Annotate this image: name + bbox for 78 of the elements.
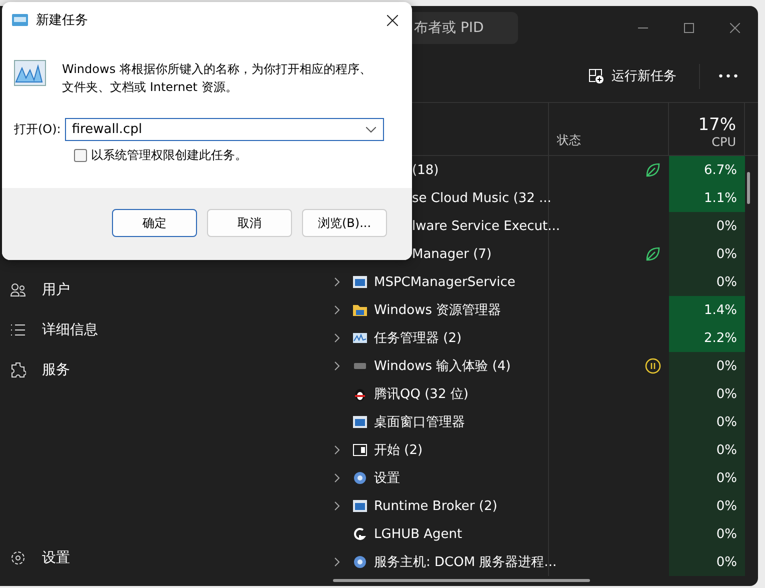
cpu-cell: 0% [669,520,745,548]
scrollbar-thumb[interactable] [333,579,590,582]
process-name: Manager (7) [412,246,492,262]
dialog-button[interactable]: 取消 [207,209,292,237]
open-field[interactable]: firewall.cpl [64,118,384,141]
folder-icon [352,302,368,318]
checkbox[interactable] [74,149,87,162]
cpu-cell: 0% [669,352,745,380]
nav-item[interactable]: 详细信息 [0,310,316,350]
maximize-icon[interactable] [684,23,694,33]
cpu-cell: 0% [669,436,745,464]
cpu-cell: 0% [669,240,745,268]
process-name: 设置 [374,470,400,487]
chevron-icon[interactable] [333,277,342,287]
cpu-cell: 0% [669,380,745,408]
cpu-cell: 0% [669,408,745,436]
cpu-total: 17% [698,115,736,135]
settings-nav-item[interactable]: 设置 [0,538,316,578]
app-icon [352,414,368,430]
dialog-button[interactable]: 浏览(B)... [302,209,387,237]
app-icon [352,498,368,514]
dialog-title: 新建任务 [36,12,88,29]
close-icon[interactable] [386,14,398,26]
process-name: 腾讯QQ (32 位) [374,386,468,403]
column-header[interactable]: 状态 [557,132,581,149]
chevron-icon[interactable] [333,557,342,567]
process-name: (18) [412,162,439,178]
cpu-cell: 1.1% [669,184,745,212]
chevron-icon[interactable] [333,445,342,455]
process-name: Windows 输入体验 (4) [374,358,511,375]
dialog-message: Windows 将根据你所键入的名称，为你打开相应的程序、文件夹、文档或 Internet 资源。 [62,61,372,96]
run-task-button[interactable]: 运行新任务 [578,61,687,91]
cpu-cell: 0% [669,268,745,296]
chevron-icon[interactable] [333,333,342,343]
users-icon [10,282,26,298]
app-icon [352,274,368,290]
process-name: Runtime Broker (2) [374,498,498,514]
process-name: MSPCManagerService [374,274,516,290]
settings-icon [10,550,26,566]
gear-icon [352,554,368,570]
chevron-icon[interactable] [333,361,342,371]
process-name: 任务管理器 (2) [374,330,462,347]
cpu-cell: 6.7% [669,156,745,184]
column-header[interactable]: CPU [712,135,736,149]
more-button[interactable]: ••• [698,64,758,88]
scrollbar-thumb[interactable] [747,172,750,204]
process-name: LGHUB Agent [374,526,462,542]
checkbox-label: 以系统管理权限创建此任务。 [91,147,247,164]
penguin-icon [352,386,368,402]
dialog-button[interactable]: 确定 [112,209,197,237]
list-icon [10,322,26,338]
process-name: Windows 资源管理器 [374,302,502,319]
puzzle-icon [10,362,26,378]
chart-icon [14,60,46,86]
nav-item[interactable]: 服务 [0,350,316,390]
dropdown-icon[interactable] [366,127,376,133]
nav-item[interactable]: 用户 [0,270,316,310]
cpu-cell: 2.2% [669,324,745,352]
cpu-cell: 0% [669,548,745,576]
logo-icon [352,526,368,542]
process-name: se Cloud Music (32 ... [412,190,552,206]
chart-icon [352,330,368,346]
add-window-icon [588,68,604,84]
gear-icon [352,470,368,486]
open-label: 打开(O): [14,121,61,138]
chevron-icon[interactable] [333,473,342,483]
chevron-icon[interactable] [333,305,342,315]
window-icon [12,14,28,26]
process-name: 服务主机: DCOM 服务器进程... [374,554,557,571]
process-name: 开始 (2) [374,442,423,459]
cpu-cell: 0% [669,492,745,520]
chevron-icon[interactable] [333,501,342,511]
window-icon [352,442,368,458]
cpu-cell: 1.4% [669,296,745,324]
process-name: lware Service Execut... [412,218,560,234]
cpu-cell: 0% [669,464,745,492]
process-name: 桌面窗口管理器 [374,414,465,431]
cpu-cell: 0% [669,212,745,240]
